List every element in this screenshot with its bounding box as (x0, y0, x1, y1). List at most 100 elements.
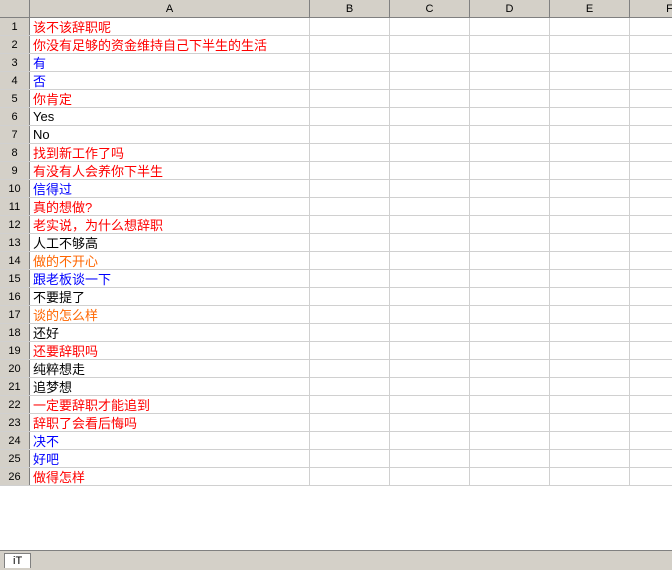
table-row[interactable]: 3有 (0, 54, 672, 72)
cell-c[interactable] (390, 90, 470, 107)
cell-d[interactable] (470, 54, 550, 71)
cell-b[interactable] (310, 18, 390, 35)
cell-f[interactable] (630, 378, 672, 395)
cell-e[interactable] (550, 234, 630, 251)
cell-f[interactable] (630, 450, 672, 467)
cell-text[interactable]: 辞职了会看后悔吗 (30, 414, 310, 431)
cell-d[interactable] (470, 270, 550, 287)
cell-b[interactable] (310, 432, 390, 449)
col-header-d[interactable]: D (470, 0, 550, 17)
cell-c[interactable] (390, 216, 470, 233)
table-row[interactable]: 23辞职了会看后悔吗 (0, 414, 672, 432)
table-row[interactable]: 19还要辞职吗 (0, 342, 672, 360)
cell-e[interactable] (550, 378, 630, 395)
col-header-b[interactable]: B (310, 0, 390, 17)
cell-text[interactable]: 你没有足够的资金维持自己下半生的生活 (30, 36, 310, 53)
cell-d[interactable] (470, 414, 550, 431)
cell-b[interactable] (310, 108, 390, 125)
cell-e[interactable] (550, 288, 630, 305)
cell-text[interactable]: 做的不开心 (30, 252, 310, 269)
cell-text[interactable]: 一定要辞职才能追到 (30, 396, 310, 413)
cell-d[interactable] (470, 90, 550, 107)
cell-f[interactable] (630, 234, 672, 251)
cell-c[interactable] (390, 54, 470, 71)
cell-d[interactable] (470, 198, 550, 215)
cell-b[interactable] (310, 36, 390, 53)
cell-f[interactable] (630, 36, 672, 53)
cell-text[interactable]: 不要提了 (30, 288, 310, 305)
cell-f[interactable] (630, 414, 672, 431)
cell-b[interactable] (310, 450, 390, 467)
cell-text[interactable]: 决不 (30, 432, 310, 449)
cell-text[interactable]: 做得怎样 (30, 468, 310, 485)
cell-text[interactable]: 追梦想 (30, 378, 310, 395)
cell-text[interactable]: 人工不够高 (30, 234, 310, 251)
col-header-c[interactable]: C (390, 0, 470, 17)
cell-text[interactable]: 老实说，为什么想辞职 (30, 216, 310, 233)
cell-d[interactable] (470, 72, 550, 89)
cell-e[interactable] (550, 216, 630, 233)
cell-f[interactable] (630, 216, 672, 233)
cell-c[interactable] (390, 396, 470, 413)
cell-d[interactable] (470, 234, 550, 251)
cell-e[interactable] (550, 414, 630, 431)
col-header-f[interactable]: F (630, 0, 672, 17)
cell-d[interactable] (470, 342, 550, 359)
cell-b[interactable] (310, 396, 390, 413)
cell-e[interactable] (550, 126, 630, 143)
cell-f[interactable] (630, 90, 672, 107)
cell-text[interactable]: 找到新工作了吗 (30, 144, 310, 161)
table-row[interactable]: 25好吧 (0, 450, 672, 468)
col-header-e[interactable]: E (550, 0, 630, 17)
table-row[interactable]: 16不要提了 (0, 288, 672, 306)
table-row[interactable]: 10信得过 (0, 180, 672, 198)
cell-d[interactable] (470, 216, 550, 233)
cell-e[interactable] (550, 54, 630, 71)
cell-f[interactable] (630, 144, 672, 161)
cell-d[interactable] (470, 108, 550, 125)
cell-b[interactable] (310, 234, 390, 251)
cell-b[interactable] (310, 198, 390, 215)
cell-e[interactable] (550, 252, 630, 269)
cell-e[interactable] (550, 162, 630, 179)
col-header-a[interactable]: A (30, 0, 310, 17)
cell-e[interactable] (550, 468, 630, 485)
cell-c[interactable] (390, 414, 470, 431)
cell-f[interactable] (630, 270, 672, 287)
cell-d[interactable] (470, 288, 550, 305)
cell-e[interactable] (550, 108, 630, 125)
cell-c[interactable] (390, 342, 470, 359)
cell-f[interactable] (630, 324, 672, 341)
cell-f[interactable] (630, 342, 672, 359)
cell-text[interactable]: 真的想做? (30, 198, 310, 215)
cell-c[interactable] (390, 180, 470, 197)
cell-text[interactable]: 该不该辞职呢 (30, 18, 310, 35)
cell-b[interactable] (310, 414, 390, 431)
table-row[interactable]: 5你肯定 (0, 90, 672, 108)
cell-text[interactable]: 好吧 (30, 450, 310, 467)
cell-text[interactable]: 还要辞职吗 (30, 342, 310, 359)
cell-b[interactable] (310, 378, 390, 395)
cell-d[interactable] (470, 144, 550, 161)
cell-d[interactable] (470, 450, 550, 467)
table-row[interactable]: 18还好 (0, 324, 672, 342)
cell-b[interactable] (310, 306, 390, 323)
cell-text[interactable]: 你肯定 (30, 90, 310, 107)
cell-b[interactable] (310, 126, 390, 143)
table-row[interactable]: 24决不 (0, 432, 672, 450)
table-row[interactable]: 26做得怎样 (0, 468, 672, 486)
cell-text[interactable]: 有 (30, 54, 310, 71)
cell-f[interactable] (630, 18, 672, 35)
table-row[interactable]: 4否 (0, 72, 672, 90)
cell-e[interactable] (550, 90, 630, 107)
table-row[interactable]: 22一定要辞职才能追到 (0, 396, 672, 414)
cell-e[interactable] (550, 198, 630, 215)
cell-b[interactable] (310, 90, 390, 107)
table-row[interactable]: 7No (0, 126, 672, 144)
cell-f[interactable] (630, 108, 672, 125)
cell-f[interactable] (630, 180, 672, 197)
table-row[interactable]: 1该不该辞职呢 (0, 18, 672, 36)
table-row[interactable]: 12老实说，为什么想辞职 (0, 216, 672, 234)
cell-c[interactable] (390, 432, 470, 449)
cell-b[interactable] (310, 252, 390, 269)
